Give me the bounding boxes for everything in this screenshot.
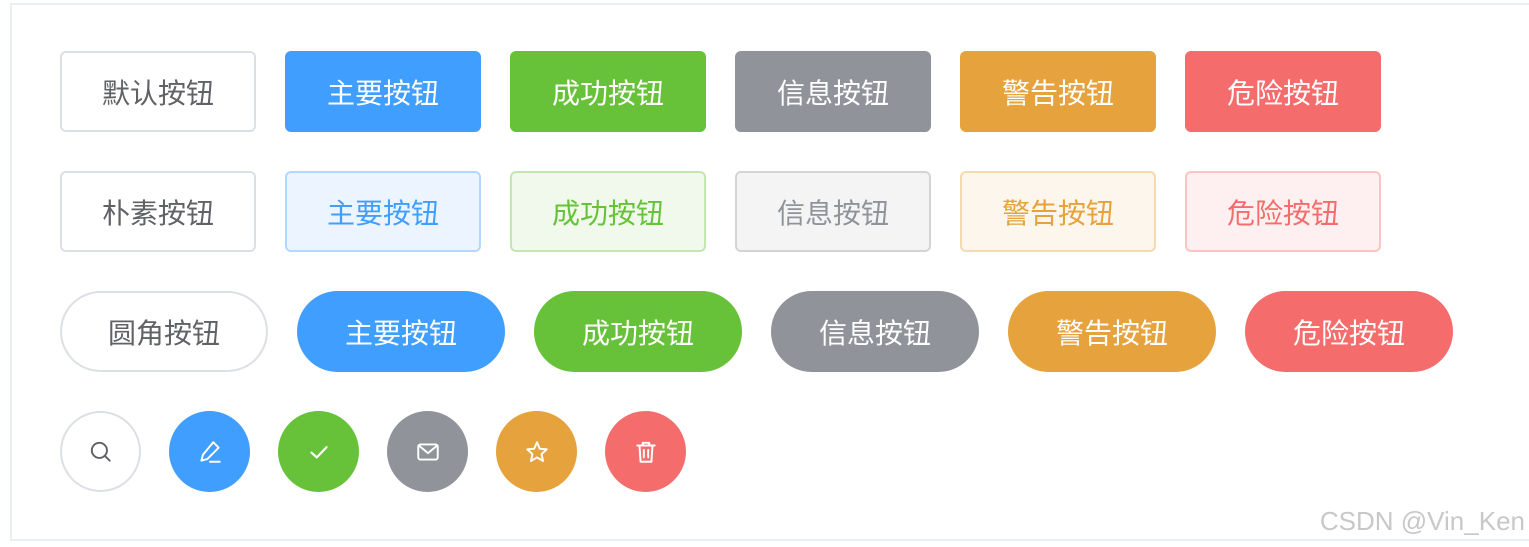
round-buttons-row: 圆角按钮 主要按钮 成功按钮 信息按钮 警告按钮 危险按钮 xyxy=(60,291,1453,372)
star-icon xyxy=(525,440,548,462)
check-button[interactable] xyxy=(278,411,359,492)
delete-icon xyxy=(635,441,656,463)
search-icon xyxy=(90,441,111,462)
warning-button[interactable]: 警告按钮 xyxy=(960,51,1156,132)
plain-default-button[interactable]: 朴素按钮 xyxy=(60,171,256,252)
plain-primary-button[interactable]: 主要按钮 xyxy=(285,171,481,252)
plain-info-button[interactable]: 信息按钮 xyxy=(735,171,931,252)
danger-button[interactable]: 危险按钮 xyxy=(1185,51,1381,132)
round-info-button[interactable]: 信息按钮 xyxy=(771,291,979,372)
message-icon xyxy=(416,442,439,461)
info-button[interactable]: 信息按钮 xyxy=(735,51,931,132)
search-button[interactable] xyxy=(60,411,141,492)
plain-danger-button[interactable]: 危险按钮 xyxy=(1185,171,1381,252)
star-button[interactable] xyxy=(496,411,577,492)
edit-button[interactable] xyxy=(169,411,250,492)
plain-success-button[interactable]: 成功按钮 xyxy=(510,171,706,252)
round-default-button[interactable]: 圆角按钮 xyxy=(60,291,268,372)
round-danger-button[interactable]: 危险按钮 xyxy=(1245,291,1453,372)
primary-button[interactable]: 主要按钮 xyxy=(285,51,481,132)
check-icon xyxy=(309,445,328,458)
plain-buttons-row: 朴素按钮 主要按钮 成功按钮 信息按钮 警告按钮 危险按钮 xyxy=(60,171,1381,252)
round-success-button[interactable]: 成功按钮 xyxy=(534,291,742,372)
watermark-text: CSDN @Vin_Ken xyxy=(1319,506,1525,536)
default-buttons-row: 默认按钮 主要按钮 成功按钮 信息按钮 警告按钮 危险按钮 xyxy=(60,51,1381,132)
delete-button[interactable] xyxy=(605,411,686,492)
message-button[interactable] xyxy=(387,411,468,492)
round-warning-button[interactable]: 警告按钮 xyxy=(1008,291,1216,372)
round-primary-button[interactable]: 主要按钮 xyxy=(297,291,505,372)
default-button[interactable]: 默认按钮 xyxy=(60,51,256,132)
edit-icon xyxy=(199,440,221,463)
success-button[interactable]: 成功按钮 xyxy=(510,51,706,132)
circle-buttons-row xyxy=(60,411,686,492)
plain-warning-button[interactable]: 警告按钮 xyxy=(960,171,1156,252)
